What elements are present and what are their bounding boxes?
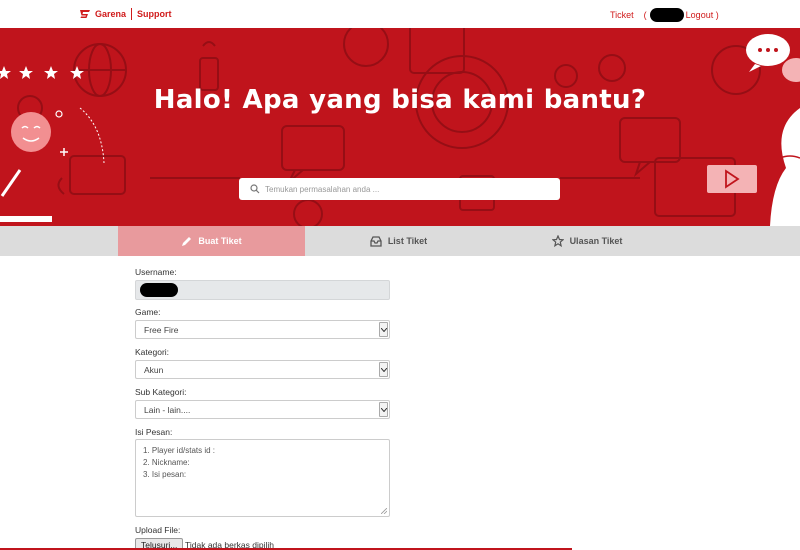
sub-kategori-select[interactable]: Lain - lain.... [135, 400, 390, 419]
ticket-link[interactable]: Ticket [610, 10, 634, 20]
username-field [135, 280, 390, 300]
top-nav: Ticket ( Logout ) [610, 8, 719, 22]
message-line: 1. Player id/stats id : [143, 446, 216, 455]
game-label: Game: [135, 307, 161, 317]
hero-banner: Halo! Apa yang bisa kami bantu? [0, 28, 800, 226]
message-line: 2. Nickname: [143, 458, 190, 467]
sub-kategori-select-value: Lain - lain.... [144, 404, 191, 415]
kategori-select-value: Akun [144, 364, 164, 375]
game-select[interactable]: Free Fire [135, 320, 390, 339]
chevron-down-icon[interactable] [379, 402, 388, 417]
search-bar[interactable] [239, 178, 560, 200]
top-bar: Garena Support Ticket ( Logout ) [0, 0, 800, 28]
tab-label: List Tiket [387, 236, 428, 246]
inbox-icon [370, 235, 382, 247]
pencil-icon [182, 236, 192, 246]
isi-pesan-label: Isi Pesan: [135, 427, 173, 437]
username-redacted [649, 8, 684, 22]
logout-link[interactable]: Logout ) [686, 10, 719, 20]
kategori-select[interactable]: Akun [135, 360, 390, 379]
hero-title: Halo! Apa yang bisa kami bantu? [153, 85, 647, 115]
ticket-tabs: Buat Tiket List Tiket Ulasan Tiket [0, 226, 800, 256]
search-input[interactable] [265, 184, 545, 194]
username-redacted-value [140, 283, 178, 297]
resize-grip-icon[interactable] [381, 508, 387, 514]
sub-kategori-label: Sub Kategori: [135, 387, 187, 397]
garena-logo-icon [80, 10, 90, 18]
upload-label: Upload File: [135, 525, 181, 535]
isi-pesan-textarea[interactable]: 1. Player id/stats id : 2. Nickname: 3. … [135, 439, 390, 517]
logo-divider [131, 8, 133, 20]
garena-support-logo[interactable]: Garena Support [78, 7, 172, 21]
chevron-down-icon[interactable] [379, 362, 388, 377]
chevron-down-icon[interactable] [379, 322, 388, 337]
message-line: 3. Isi pesan: [143, 470, 187, 479]
tab-label: Buat Tiket [198, 236, 242, 246]
brand-section: Support [137, 9, 172, 19]
kategori-label: Kategori: [135, 347, 170, 357]
tab-ulasan-tiket[interactable]: Ulasan Tiket [492, 226, 682, 256]
tab-list-tiket[interactable]: List Tiket [305, 226, 492, 256]
tab-label: Ulasan Tiket [569, 236, 623, 246]
search-icon [250, 184, 260, 194]
game-select-value: Free Fire [144, 324, 179, 335]
username-label: Username: [135, 267, 177, 277]
star-icon [551, 235, 564, 247]
brand-name: Garena [95, 9, 127, 19]
tab-buat-tiket[interactable]: Buat Tiket [118, 226, 305, 256]
user-open-paren: ( [643, 10, 647, 20]
